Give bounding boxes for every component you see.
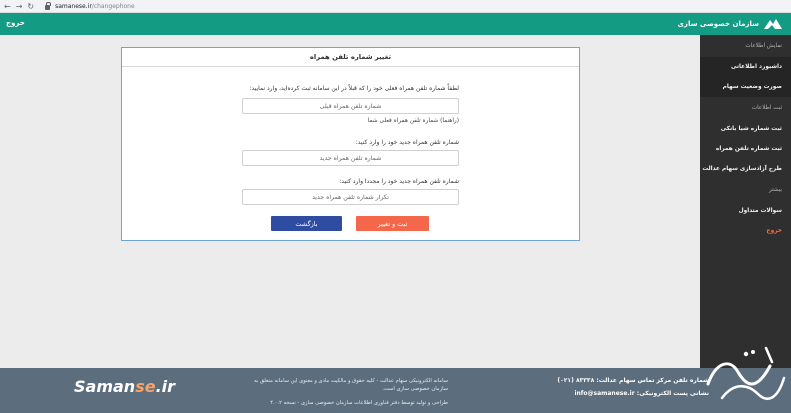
new-phone-input[interactable] — [242, 150, 459, 166]
sidebar-item-exit[interactable]: خروج — [700, 221, 791, 241]
current-phone-input[interactable] — [242, 98, 459, 114]
repeat-phone-input[interactable] — [242, 189, 459, 205]
url-path: /changephone — [91, 2, 135, 10]
address-bar[interactable]: samanese.ir/changephone — [55, 3, 135, 10]
footer-contact: شماره تلفن مرکز تماس سهام عدالت: ۸۳۳۳۸ (… — [514, 374, 709, 400]
lock-icon — [45, 1, 52, 10]
brand-name: سازمان خصوصی سازی — [677, 19, 760, 28]
brand[interactable]: سازمان خصوصی سازی — [678, 17, 784, 30]
new-phone-label: شماره تلفن همراه جدید خود را وارد کنید: — [355, 139, 459, 146]
footer-logo-tail: .ir — [155, 377, 176, 396]
sidebar-item-release-plan[interactable]: طرح آزادسازی سهام عدالت — [700, 159, 791, 179]
title-divider — [122, 66, 579, 67]
url-host: samanese.ir — [55, 2, 92, 10]
sidebar-item-dashboard[interactable]: داشبورد اطلاعاتی — [700, 57, 791, 77]
forward-arrow-icon[interactable]: → — [16, 0, 23, 13]
footer: Samanse.ir سامانه الکترونیکی سهام عدالت … — [0, 368, 791, 413]
footer-logo-main: Saman — [74, 377, 136, 396]
phone-line: شماره تلفن مرکز تماس سهام عدالت: ۸۳۳۳۸ (… — [557, 377, 709, 384]
sidebar-item-phone[interactable]: ثبت شماره تلفن همراه — [700, 139, 791, 159]
sidebar-section-register: ثبت اطلاعات — [751, 105, 782, 111]
repeat-phone-label: شماره تلفن همراه جدید خود را مجددا وارد … — [339, 178, 459, 185]
footer-logo[interactable]: Samanse.ir — [74, 377, 175, 396]
current-phone-hint: (راهنما) شماره تلفن همراه فعلی شما — [367, 118, 459, 124]
back-arrow-icon[interactable]: ← — [4, 0, 11, 13]
sidebar: نمایش اطلاعات داشبورد اطلاعاتی صورت وضعی… — [700, 35, 791, 368]
page-title: تغییر شماره تلفن همراه — [309, 53, 392, 61]
reload-icon[interactable]: ↻ — [27, 0, 34, 13]
credit-line: طراحی و تولید توسط دفتر فناوری اطلاعات س… — [270, 400, 448, 406]
email-link[interactable]: info@samanese.ir — [574, 390, 634, 397]
top-header: خروج سازمان خصوصی سازی — [0, 13, 791, 35]
sidebar-item-faq[interactable]: سوالات متداول — [700, 201, 791, 221]
copyright-notice: سامانه الکترونیکی سهام عدالت - کلیه حقوق… — [254, 378, 448, 392]
footer-notice-block: سامانه الکترونیکی سهام عدالت - کلیه حقوق… — [238, 377, 448, 407]
footer-logo-accent: se — [135, 377, 156, 396]
sidebar-section-display: نمایش اطلاعات — [745, 43, 782, 49]
email-line: نشانی پست الکترونیکی: info@samanese.ir — [514, 387, 709, 400]
submit-button[interactable]: ثبت و تغییر — [356, 216, 429, 231]
sidebar-item-sheba[interactable]: ثبت شماره شبا بانکی — [700, 119, 791, 139]
sidebar-item-stock-statement[interactable]: صورت وضعیت سهام — [700, 77, 791, 97]
browser-toolbar: ← → ↻ samanese.ir/changephone — [0, 0, 791, 13]
calligraphy-watermark-icon — [706, 346, 786, 400]
email-label: نشانی پست الکترونیکی: — [636, 390, 709, 397]
sidebar-section-more: بیشتر — [768, 187, 782, 193]
back-button[interactable]: بازگشت — [271, 216, 342, 231]
current-phone-label: لطفاً شماره تلفن همراه فعلی خود را که قب… — [249, 85, 459, 92]
change-phone-card: تغییر شماره تلفن همراه لطفاً شماره تلفن … — [121, 47, 580, 241]
brand-logo-icon — [764, 19, 782, 29]
logout-link[interactable]: خروج — [6, 19, 25, 27]
